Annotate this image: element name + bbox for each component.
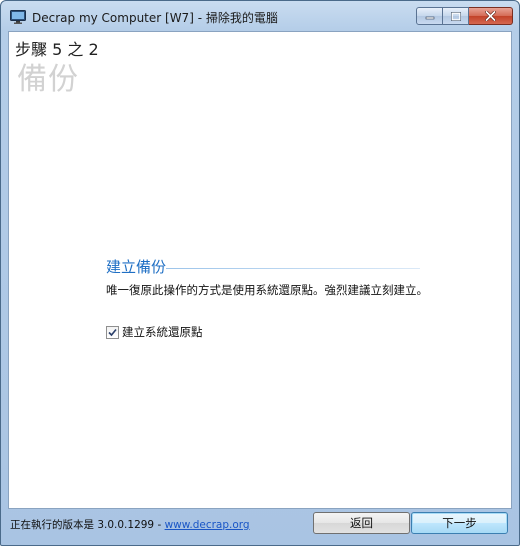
close-button[interactable] <box>469 7 513 25</box>
back-button[interactable]: 返回 <box>313 512 410 534</box>
create-restore-point-checkbox[interactable] <box>106 325 119 339</box>
close-icon <box>485 11 496 21</box>
minimize-button[interactable] <box>416 7 443 25</box>
wizard-content: 步驟 5 之 2 備份 建立備份 唯一復原此操作的方式是使用系統還原點。強烈建議… <box>8 31 512 509</box>
app-window: Decrap my Computer [W7] - 掃除我的電腦 步驟 5 之 … <box>0 0 520 546</box>
section-description: 唯一復原此操作的方式是使用系統還原點。強烈建議立刻建立。 <box>106 283 428 297</box>
website-link[interactable]: www.decrap.org <box>165 519 250 531</box>
wizard-footer: 正在執行的版本是 3.0.0.1299 - www.decrap.org 返回 … <box>8 508 512 542</box>
monitor-icon <box>10 9 26 24</box>
section-divider <box>166 268 420 269</box>
section-title: 建立備份 <box>106 258 167 276</box>
window-controls <box>416 7 513 25</box>
maximize-button[interactable] <box>443 7 469 25</box>
maximize-icon <box>450 11 461 21</box>
version-text: 正在執行的版本是 3.0.0.1299 - <box>10 519 165 531</box>
create-restore-point-label[interactable]: 建立系統還原點 <box>122 324 203 340</box>
next-button[interactable]: 下一步 <box>411 512 508 534</box>
title-bar[interactable]: Decrap my Computer [W7] - 掃除我的電腦 <box>1 1 519 31</box>
checkmark-icon <box>108 328 117 336</box>
version-info: 正在執行的版本是 3.0.0.1299 - www.decrap.org <box>10 517 250 532</box>
page-title: 備份 <box>17 62 79 97</box>
create-restore-point-option[interactable]: 建立系統還原點 <box>106 324 203 340</box>
window-title: Decrap my Computer [W7] - 掃除我的電腦 <box>32 11 278 25</box>
minimize-icon <box>425 16 434 20</box>
